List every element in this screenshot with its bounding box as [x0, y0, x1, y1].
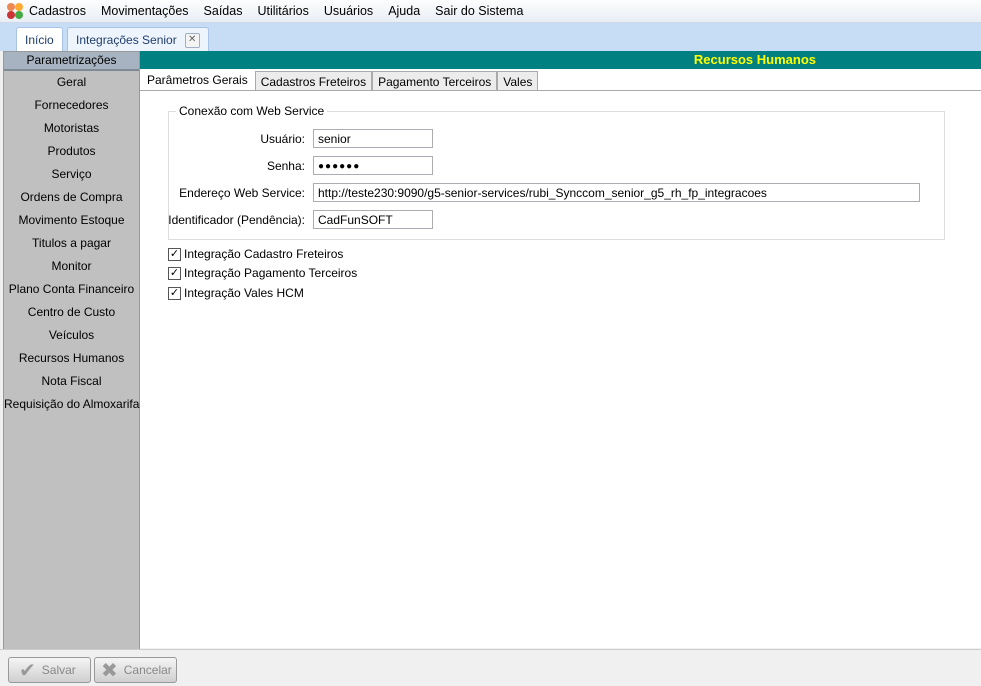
- tab-vales[interactable]: Vales: [497, 71, 539, 90]
- sidebar-item[interactable]: Serviço: [4, 163, 139, 186]
- section-banner: Recursos Humanos: [140, 51, 981, 69]
- endereco-input[interactable]: http://teste230:9090/g5-senior-services/…: [313, 183, 920, 202]
- tab-parametros-gerais[interactable]: Parâmetros Gerais: [140, 69, 255, 90]
- sidebar-item[interactable]: Centro de Custo: [4, 301, 139, 324]
- group-title: Conexão com Web Service: [176, 104, 328, 118]
- x-icon: ✖: [101, 659, 118, 682]
- usuario-label: Usuário:: [260, 131, 305, 146]
- sidebar-item[interactable]: Nota Fiscal: [4, 370, 139, 393]
- usuario-input[interactable]: senior: [313, 129, 433, 148]
- tab-pagamento-terceiros[interactable]: Pagamento Terceiros: [372, 71, 498, 90]
- tab-cadastros-freteiros[interactable]: Cadastros Freteiros: [254, 71, 373, 90]
- sidebar-item[interactable]: Requisição do Almoxarifado: [4, 393, 153, 416]
- sidebar-item[interactable]: Movimento Estoque: [4, 209, 139, 232]
- sidebar-item[interactable]: Titulos a pagar: [4, 232, 139, 255]
- doc-tab-inicio[interactable]: Início: [16, 27, 63, 52]
- menu-sair[interactable]: Sair do Sistema: [435, 4, 523, 18]
- app-logo-icon: [7, 3, 23, 19]
- sidebar-item[interactable]: Produtos: [4, 140, 139, 163]
- sidebar-item[interactable]: Plano Conta Financeiro: [4, 278, 139, 301]
- menu-usuarios[interactable]: Usuários: [324, 4, 373, 18]
- doc-tab-integracoes[interactable]: Integrações Senior ✕: [67, 27, 209, 52]
- menu-utilitarios[interactable]: Utilitários: [257, 4, 308, 18]
- sidebar-item[interactable]: Ordens de Compra: [4, 186, 139, 209]
- check-cadastro-freteiros[interactable]: ✓ Integração Cadastro Freteiros: [168, 247, 343, 261]
- sidebar-item[interactable]: Fornecedores: [4, 94, 139, 117]
- save-button[interactable]: ✔ Salvar: [8, 657, 91, 683]
- sidebar: Parametrizações Geral Fornecedores Motoris…: [3, 51, 153, 650]
- sidebar-item[interactable]: Recursos Humanos: [4, 347, 139, 370]
- checkbox-checked-icon[interactable]: ✓: [168, 266, 181, 280]
- sidebar-item[interactable]: Veículos: [4, 324, 139, 347]
- sidebar-item[interactable]: Geral: [4, 71, 139, 94]
- endereco-label: Endereço Web Service:: [179, 185, 305, 200]
- cancel-label: Cancelar: [123, 663, 172, 677]
- sidebar-item[interactable]: Monitor: [4, 255, 139, 278]
- check-label: Integração Vales HCM: [184, 286, 304, 300]
- sidebar-header[interactable]: Parametrizações: [4, 52, 139, 71]
- check-icon: ✔: [19, 659, 36, 682]
- identificador-input[interactable]: CadFunSOFT: [313, 210, 433, 229]
- save-label: Salvar: [41, 663, 76, 677]
- menu-bar: Cadastros Movimentações Saídas Utilitári…: [0, 0, 981, 23]
- menu-saidas[interactable]: Saídas: [204, 4, 243, 18]
- check-vales-hcm[interactable]: ✓ Integração Vales HCM: [168, 286, 304, 300]
- tab-bar: Parâmetros Gerais Cadastros Freteiros Pa…: [140, 69, 981, 91]
- senha-label: Senha:: [266, 158, 305, 173]
- cancel-button[interactable]: ✖ Cancelar: [94, 657, 177, 683]
- checkbox-checked-icon[interactable]: ✓: [168, 247, 181, 261]
- tab-label: Início: [25, 33, 54, 47]
- senha-input[interactable]: ●●●●●●: [313, 156, 433, 175]
- check-label: Integração Pagamento Terceiros: [184, 266, 358, 280]
- check-pagamento-terceiros[interactable]: ✓ Integração Pagamento Terceiros: [168, 266, 357, 280]
- close-icon[interactable]: ✕: [184, 32, 200, 48]
- identificador-label: Identificador (Pendência):: [168, 212, 305, 227]
- main-panel: Recursos Humanos Parâmetros Gerais Cadas…: [140, 51, 981, 648]
- menu-cadastros[interactable]: Cadastros: [29, 4, 86, 18]
- check-label: Integração Cadastro Freteiros: [184, 247, 344, 261]
- tab-label: Integrações Senior: [76, 33, 177, 47]
- footer-bar: ✔ Salvar ✖ Cancelar: [0, 649, 981, 686]
- checkbox-checked-icon[interactable]: ✓: [168, 286, 181, 300]
- menu-movimentacoes[interactable]: Movimentações: [101, 4, 189, 18]
- menu-ajuda[interactable]: Ajuda: [388, 4, 420, 18]
- sidebar-item[interactable]: Motoristas: [4, 117, 139, 140]
- document-tabs: Início Integrações Senior ✕: [0, 23, 981, 52]
